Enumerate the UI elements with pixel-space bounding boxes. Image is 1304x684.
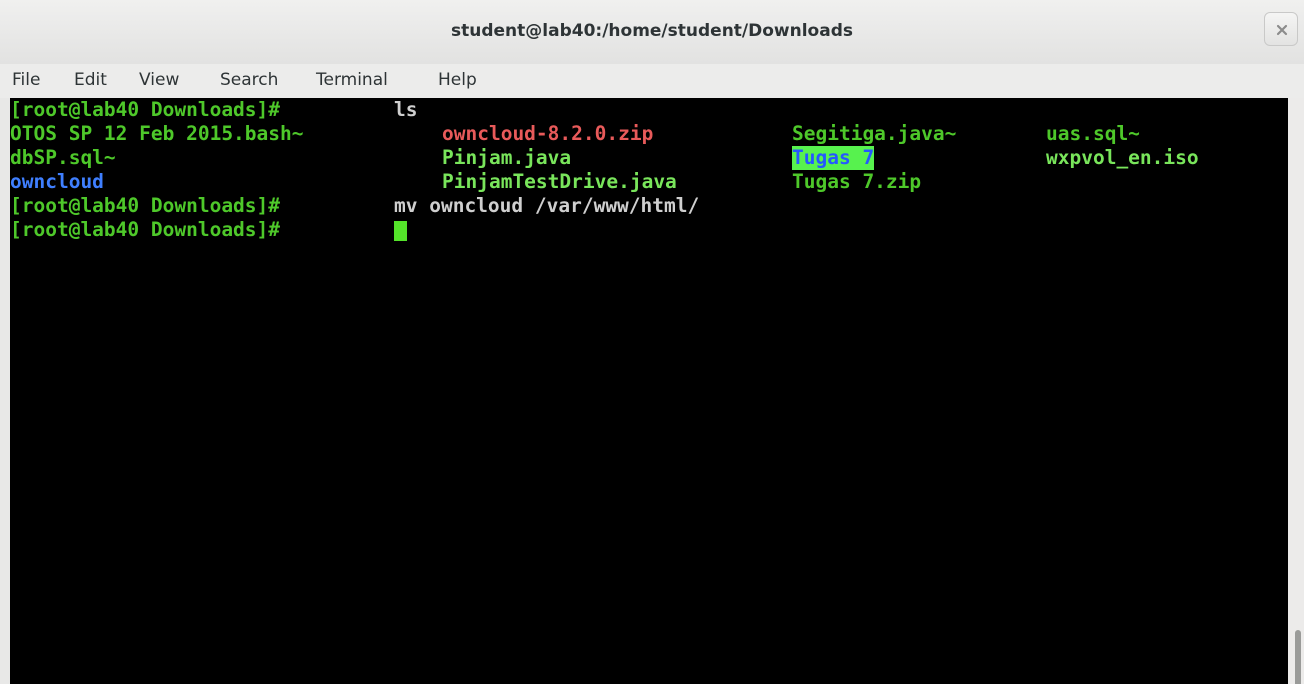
file-entry: uas.sql~ <box>1046 122 1140 145</box>
ls-output-row: dbSP.sql~ Pinjam.java Tugas 7 wxpvol_en.… <box>10 146 1199 170</box>
command-text: mv owncloud /var/www/html/ <box>394 194 700 217</box>
command-text: ls <box>394 98 418 121</box>
file-entry: PinjamTestDrive.java <box>442 170 677 193</box>
terminal-line: [root@lab40 Downloads]# ls <box>10 98 417 122</box>
title-bar[interactable]: student@lab40:/home/student/Downloads <box>0 0 1304 64</box>
file-entry: OTOS SP 12 Feb 2015.bash~ <box>10 122 304 145</box>
menu-terminal[interactable]: Terminal <box>316 68 388 92</box>
ls-output-row: OTOS SP 12 Feb 2015.bash~ owncloud-8.2.0… <box>10 122 1140 146</box>
terminal-window: student@lab40:/home/student/Downloads Fi… <box>0 0 1304 684</box>
shell-prompt: [root@lab40 Downloads]# <box>10 218 292 241</box>
scrollbar[interactable] <box>1288 98 1304 684</box>
text-cursor <box>394 221 407 241</box>
terminal-line: [root@lab40 Downloads]# <box>10 218 407 242</box>
shell-prompt: [root@lab40 Downloads]# <box>10 98 292 121</box>
window-title: student@lab40:/home/student/Downloads <box>451 21 853 41</box>
file-entry: wxpvol_en.iso <box>1046 146 1199 169</box>
menu-search[interactable]: Search <box>220 68 278 92</box>
menu-help[interactable]: Help <box>438 68 477 92</box>
menu-bar: File Edit View Search Terminal Help <box>0 64 1304 98</box>
scrollbar-thumb[interactable] <box>1295 630 1301 684</box>
close-button[interactable] <box>1264 12 1298 46</box>
terminal-line: [root@lab40 Downloads]# mv owncloud /var… <box>10 194 699 218</box>
shell-prompt: [root@lab40 Downloads]# <box>10 194 292 217</box>
file-entry: owncloud-8.2.0.zip <box>442 122 654 145</box>
file-entry: dbSP.sql~ <box>10 146 116 169</box>
file-entry: Pinjam.java <box>442 146 572 169</box>
ls-output-row: owncloud PinjamTestDrive.java Tugas 7.zi… <box>10 170 921 194</box>
directory-entry: owncloud <box>10 170 104 193</box>
menu-edit[interactable]: Edit <box>74 68 107 92</box>
file-entry: Tugas 7.zip <box>792 170 922 193</box>
close-icon <box>1276 24 1288 36</box>
terminal-output[interactable]: [root@lab40 Downloads]# ls OTOS SP 12 Fe… <box>10 98 1288 684</box>
file-entry: Segitiga.java~ <box>792 122 957 145</box>
menu-view[interactable]: View <box>139 68 179 92</box>
menu-file[interactable]: File <box>12 68 40 92</box>
directory-entry-highlighted: Tugas 7 <box>792 146 875 170</box>
